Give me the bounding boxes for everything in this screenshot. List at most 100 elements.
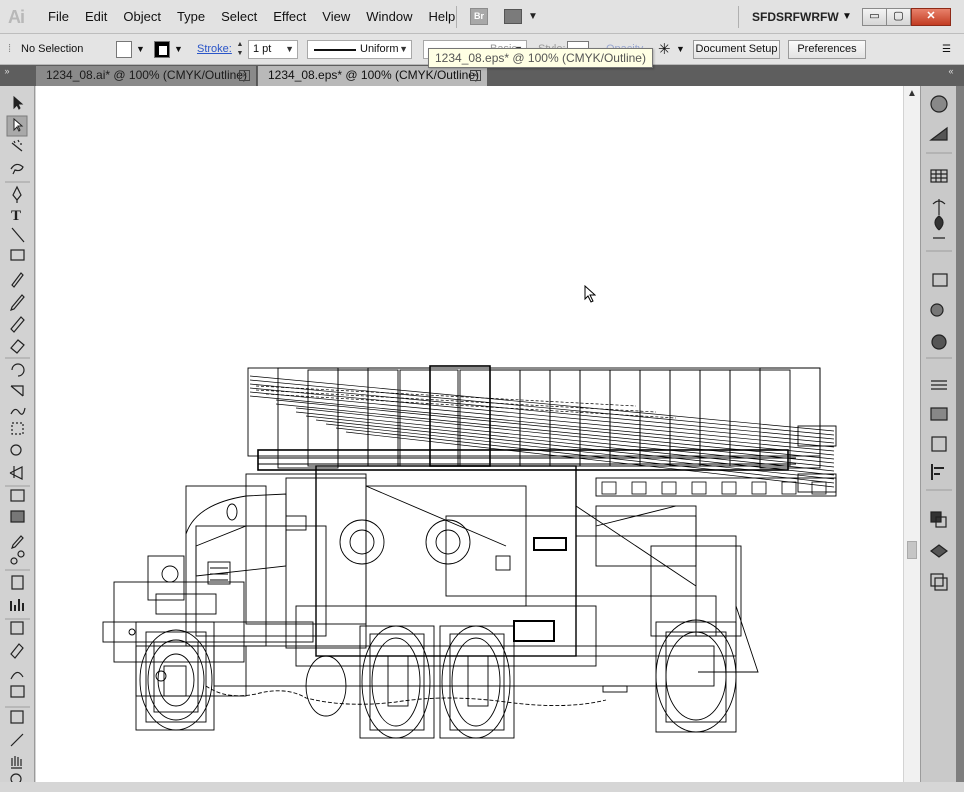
symbol-sprayer-tool[interactable]	[7, 573, 27, 593]
blend-tool[interactable]	[7, 549, 27, 569]
stroke-swatch[interactable]	[154, 41, 170, 58]
width-tool[interactable]	[7, 664, 27, 684]
collapse-left-icon[interactable]: »	[0, 65, 14, 86]
color-panel-button[interactable]	[929, 94, 949, 114]
menu-view[interactable]: View	[314, 0, 358, 34]
stroke-weight-stepper[interactable]: ▲ ▼	[234, 40, 246, 59]
collapse-right-icon[interactable]: «	[944, 65, 958, 86]
direct-selection-tool[interactable]	[7, 116, 27, 136]
selection-status: No Selection	[21, 43, 84, 55]
panel-menu-icon[interactable]: ☰	[942, 34, 951, 65]
document-tab-bar: » 1234_08.ai* @ 100% (CMYK/Outline) × 12…	[0, 65, 964, 86]
type-tool[interactable]	[7, 205, 27, 225]
menu-select[interactable]: Select	[213, 0, 265, 34]
align-panel-button[interactable]	[929, 462, 949, 482]
fill-swatch[interactable]	[116, 41, 132, 58]
restore-button[interactable]: ▢	[886, 8, 911, 26]
blob-brush-tool[interactable]	[7, 313, 27, 333]
dock-edge	[956, 86, 964, 782]
layers-panel-button[interactable]	[929, 540, 949, 560]
knife-tool[interactable]	[7, 730, 27, 750]
close-tab-icon[interactable]: ×	[470, 70, 481, 81]
recolor-artwork-icon[interactable]: ✳	[658, 34, 671, 65]
paintbrush-tool[interactable]	[7, 269, 27, 289]
menu-effect[interactable]: Effect	[265, 0, 314, 34]
column-graph-tool[interactable]	[7, 595, 27, 615]
zoom-tool[interactable]	[7, 772, 27, 792]
graphic-styles-panel-button[interactable]	[929, 270, 949, 290]
transform-panel-button[interactable]	[929, 434, 949, 454]
free-transform-tool[interactable]	[7, 422, 27, 442]
pencil-tool[interactable]	[7, 291, 27, 311]
artboard-tool[interactable]	[7, 619, 27, 639]
stroke-profile-preview	[314, 49, 356, 51]
stroke-panel-button[interactable]	[929, 375, 949, 395]
menu-separator	[738, 6, 739, 28]
pathfinder-panel-button[interactable]	[929, 510, 949, 530]
chevron-down-icon[interactable]: ▼	[676, 34, 685, 65]
stroke-weight-value: 1 pt	[253, 43, 272, 55]
workspace-switcher[interactable]: SFDSRFWRFW	[752, 0, 839, 34]
scroll-up-icon[interactable]: ▲	[907, 88, 917, 99]
brushes-panel-button[interactable]	[929, 196, 949, 216]
mesh-tool[interactable]	[7, 488, 27, 508]
eraser-tool[interactable]	[7, 335, 27, 355]
minimize-button[interactable]: ▭	[862, 8, 887, 26]
pen-tool[interactable]	[7, 185, 27, 205]
menu-window[interactable]: Window	[358, 0, 420, 34]
appearance-panel-button[interactable]	[929, 300, 949, 320]
hand-tool[interactable]	[7, 752, 27, 772]
chevron-down-icon[interactable]: ▼	[842, 0, 852, 34]
app-logo: Ai	[8, 7, 25, 27]
document-canvas[interactable]	[36, 86, 903, 782]
mouse-pointer-icon	[584, 285, 596, 303]
document-setup-button[interactable]: Document Setup	[693, 40, 780, 59]
chevron-down-icon[interactable]: ▼	[136, 34, 145, 65]
bridge-button[interactable]: Br	[470, 8, 488, 25]
close-button[interactable]: ✕	[911, 8, 951, 26]
vertical-scrollbar[interactable]: ▲	[903, 86, 920, 782]
tab-document-eps[interactable]: 1234_08.eps* @ 100% (CMYK/Outline) ×	[258, 66, 487, 86]
transparency-panel-button[interactable]	[929, 332, 949, 352]
chevron-down-icon: ▼	[285, 44, 294, 54]
symbols-panel-button[interactable]	[929, 224, 949, 244]
cab-roof-curve	[185, 493, 287, 554]
scale-tool[interactable]	[7, 383, 27, 403]
gradient-tool[interactable]	[7, 508, 27, 528]
shape-builder-tool[interactable]	[7, 442, 27, 462]
rectangle-tool[interactable]	[7, 247, 27, 267]
preferences-button[interactable]: Preferences	[788, 40, 866, 59]
eyedropper-tool[interactable]	[7, 531, 27, 551]
eraser-tool-2[interactable]	[7, 684, 27, 704]
arrange-documents-button[interactable]: ▼	[504, 8, 538, 26]
menu-file[interactable]: File	[40, 0, 77, 34]
artboards-panel-button[interactable]	[929, 570, 949, 590]
warp-tool[interactable]	[7, 404, 27, 424]
variable-width-profile-dropdown[interactable]: Uniform ▼	[307, 40, 412, 59]
menu-separator	[456, 6, 457, 28]
chevron-down-icon: ▼	[528, 11, 538, 22]
scroll-thumb[interactable]	[907, 541, 917, 559]
swatches-panel-button[interactable]	[929, 166, 949, 186]
tab-tooltip: 1234_08.eps* @ 100% (CMYK/Outline)	[428, 48, 653, 68]
line-segment-tool[interactable]	[7, 226, 27, 246]
tab-document-ai[interactable]: 1234_08.ai* @ 100% (CMYK/Outline) ×	[36, 66, 257, 86]
chevron-down-icon[interactable]: ▼	[174, 34, 183, 65]
magic-wand-tool[interactable]	[7, 138, 27, 158]
menu-edit[interactable]: Edit	[77, 0, 115, 34]
crop-tool[interactable]	[7, 708, 27, 728]
truck-outline-artwork[interactable]	[36, 86, 903, 782]
perspective-grid-tool[interactable]	[7, 463, 27, 483]
color-guide-panel-button[interactable]	[929, 124, 949, 144]
selection-tool[interactable]	[7, 95, 27, 115]
lasso-tool[interactable]	[7, 160, 27, 180]
stroke-weight-field[interactable]: 1 pt ▼	[248, 40, 298, 59]
rotate-tool[interactable]	[7, 361, 27, 381]
close-tab-icon[interactable]: ×	[239, 70, 250, 81]
gradient-panel-button[interactable]	[929, 404, 949, 424]
chassis-underline	[205, 685, 607, 707]
stroke-label-link[interactable]: Stroke:	[197, 34, 232, 65]
menu-type[interactable]: Type	[169, 0, 213, 34]
slice-tool[interactable]	[7, 641, 27, 661]
menu-object[interactable]: Object	[115, 0, 169, 34]
